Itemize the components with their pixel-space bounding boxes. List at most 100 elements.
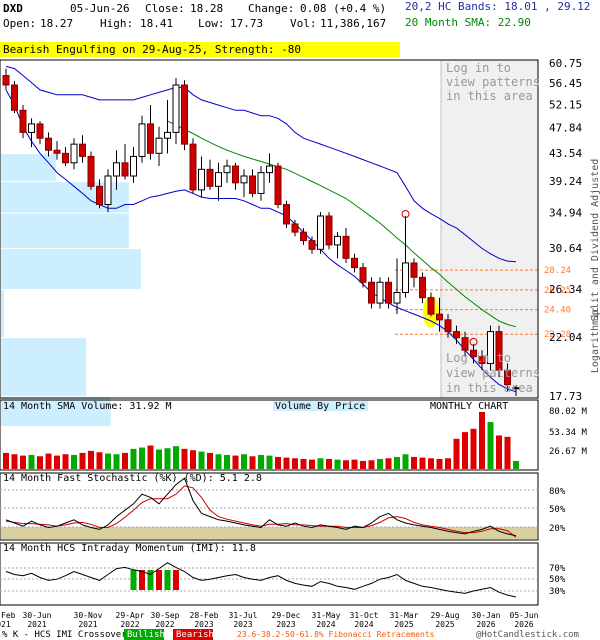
copyright: @HotCandlestick.com: [476, 630, 579, 640]
bullish-label: Bullish: [127, 630, 165, 640]
volume-bar: [394, 456, 400, 469]
candle-bull: [155, 137, 163, 154]
candle-bear: [436, 313, 443, 321]
volume-bar: [181, 448, 188, 469]
volume-panel: 14 Month SMA Volume: 31.92 M Volume By P…: [0, 399, 588, 471]
volume-bar: [11, 454, 18, 469]
volume-by-price: [1, 154, 141, 426]
volume-bar: [224, 454, 230, 469]
candle-bear: [249, 175, 256, 194]
volume-bar: [147, 445, 154, 469]
candle-bull: [317, 215, 324, 250]
candle-bull: [70, 143, 78, 164]
x-tick-year: 2022: [155, 620, 174, 629]
volume-bar: [130, 448, 137, 469]
volume-bar: [232, 455, 239, 469]
candle-bear: [62, 152, 69, 164]
x-tick-year: 2025: [435, 620, 454, 629]
candle-bull: [334, 235, 341, 246]
candle-bull: [113, 162, 120, 177]
volume-bar: [96, 452, 103, 469]
candle-bull: [104, 175, 112, 205]
candle-bear: [410, 262, 418, 278]
volume-bar: [139, 447, 145, 469]
volume-bar: [462, 432, 468, 469]
volume-bar: [513, 460, 519, 469]
imi-tick-30: 30%: [549, 587, 566, 597]
x-tick-year: 2025: [394, 620, 413, 629]
price-tick: 52.15: [549, 98, 582, 111]
stoch-tick-50: 50%: [549, 505, 566, 515]
candle-bear: [2, 75, 10, 86]
volume-bar: [479, 412, 485, 469]
candle-bear: [385, 281, 392, 304]
volume-bar: [190, 450, 196, 469]
volume-bar: [241, 454, 247, 469]
x-tick-label: 28-Feb: [190, 611, 219, 620]
volume-bar: [326, 458, 332, 469]
candle-bear: [79, 143, 86, 157]
x-tick-year: 2022: [120, 620, 139, 629]
scale-label: Logarithmic: [590, 307, 600, 373]
volume-bar: [283, 457, 290, 469]
bearish-label: Bearish: [176, 630, 214, 640]
x-tick-year: 2026: [476, 620, 495, 629]
candle-bear: [232, 165, 239, 184]
candle-bull: [393, 291, 401, 304]
candle-bear: [45, 137, 52, 151]
candle-bear: [19, 109, 27, 133]
volume-bar: [113, 454, 120, 469]
volume-bar: [79, 452, 86, 469]
x-tick-year: 2023: [194, 620, 213, 629]
crossover-bar: [164, 570, 171, 590]
candle-bear: [359, 267, 367, 283]
volume-bar: [275, 456, 281, 469]
volume-bar: [37, 456, 43, 469]
candle-bull: [172, 84, 180, 133]
login-line-1b: Log in to: [446, 351, 511, 365]
vbp-bar: [1, 249, 141, 289]
price-axis: 60.75 56.45 52.15 47.84 43.54 39.24 34.94 30.64…: [549, 57, 582, 403]
volume-bar: [20, 455, 26, 469]
candle-bull: [257, 172, 265, 194]
x-tick-year: 2023: [233, 620, 252, 629]
volume-bar: [428, 458, 434, 469]
volume-bar: [122, 452, 128, 469]
candle-bear: [300, 231, 307, 242]
candle-bull: [240, 175, 248, 184]
volume-bar: [88, 450, 94, 469]
candle-bear: [274, 165, 282, 205]
volume-bar: [317, 458, 324, 469]
stoch-tick-80: 80%: [549, 487, 566, 497]
x-tick-label: 05-Jun: [510, 611, 539, 620]
candle-bear: [368, 281, 375, 304]
candle-bull: [138, 123, 146, 157]
candle-bear: [147, 123, 154, 154]
imi-tick-70: 70%: [549, 564, 566, 574]
x-tick-year: 2023: [276, 620, 295, 629]
volume-title: 14 Month SMA Volume: 31.92 M: [3, 401, 172, 412]
vol-tick-1: 80.02 M: [549, 407, 588, 417]
stoch-title: 14 Month Fast Stochastic (%K) (%D): 5.1 …: [3, 473, 262, 484]
volume-bar: [28, 454, 35, 469]
volume-bar: [334, 459, 341, 469]
candle-bear: [308, 240, 316, 250]
candle-bear: [36, 123, 44, 139]
volume-bar: [45, 453, 52, 469]
volume-bar: [164, 448, 171, 469]
price-tick: 34.94: [549, 207, 582, 220]
price-tick: 56.45: [549, 77, 582, 90]
x-tick-label: 31-Oct: [350, 611, 379, 620]
candle-bear: [96, 185, 103, 205]
x-tick-label: 31-Mar: [390, 611, 419, 620]
x-tick-year: 2021: [78, 620, 97, 629]
candle-bear: [351, 257, 358, 269]
price-tick: 43.54: [549, 147, 582, 160]
volume-bar: [487, 422, 494, 469]
volume-bar: [309, 459, 315, 469]
volume-bar: [3, 452, 9, 469]
vbp-bar: [1, 213, 129, 249]
x-tick-label: 26-Feb: [0, 611, 16, 620]
x-tick-year: 2021: [27, 620, 46, 629]
candle-bull: [28, 123, 35, 133]
